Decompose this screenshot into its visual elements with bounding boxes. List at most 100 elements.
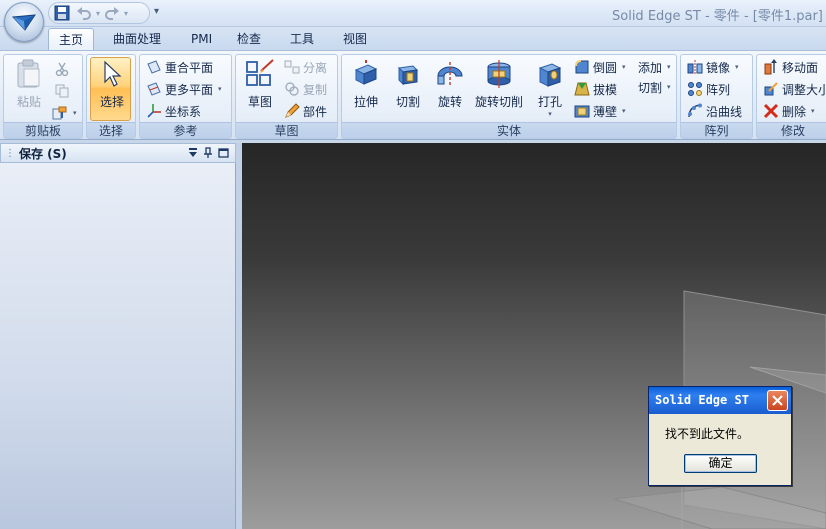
thin-wall-dropdown-arrow[interactable]: ▾ bbox=[622, 107, 626, 115]
round-label: 倒圆 bbox=[593, 60, 618, 75]
extrude-label: 拉伸 bbox=[353, 95, 378, 109]
cut-button[interactable]: 切割 bbox=[390, 59, 426, 110]
format-painter-button[interactable]: ▾ bbox=[52, 103, 77, 123]
group-sketch: 草图 分离 复制 部件 草图 bbox=[235, 54, 338, 139]
window-title: Solid Edge ST - 零件 - [零件1.par] bbox=[612, 9, 823, 24]
tab-inspect[interactable]: 检查 bbox=[227, 28, 271, 51]
delete-dropdown-arrow[interactable]: ▾ bbox=[811, 107, 815, 115]
select-button[interactable]: 选择 bbox=[93, 59, 131, 110]
separate-button[interactable]: 分离 bbox=[284, 57, 327, 77]
tab-home[interactable]: 主页 bbox=[48, 28, 95, 51]
redo-icon bbox=[105, 7, 120, 20]
group-label-pattern: 阵列 bbox=[681, 122, 752, 138]
draft-icon bbox=[574, 82, 590, 96]
round-button[interactable]: 倒圆 ▾ bbox=[574, 57, 626, 77]
thin-wall-label: 薄壁 bbox=[593, 104, 618, 119]
delete-button[interactable]: 删除 ▾ bbox=[763, 101, 815, 121]
tab-surfacing[interactable]: 曲面处理 bbox=[103, 28, 171, 51]
coordinate-system-label: 坐标系 bbox=[165, 104, 202, 119]
pattern-label: 阵列 bbox=[706, 82, 731, 97]
draft-label: 拔模 bbox=[593, 82, 618, 97]
format-painter-icon bbox=[52, 106, 67, 120]
more-planes-button[interactable]: 更多平面 ▾ bbox=[146, 79, 222, 99]
thin-wall-button[interactable]: 薄壁 ▾ bbox=[574, 101, 626, 121]
group-clipboard: 粘贴 ▾ 剪贴板 bbox=[3, 54, 83, 139]
resize-label: 调整大小 bbox=[782, 82, 826, 97]
save-button[interactable] bbox=[52, 4, 72, 22]
mirror-label: 镜像 bbox=[706, 60, 731, 75]
dialog-ok-button[interactable]: 确定 bbox=[684, 454, 757, 473]
part-button[interactable]: 部件 bbox=[284, 101, 327, 121]
resize-button[interactable]: 调整大小 bbox=[763, 79, 826, 99]
mirror-dropdown-arrow[interactable]: ▾ bbox=[735, 63, 739, 71]
thin-wall-icon bbox=[574, 105, 590, 118]
tab-pmi[interactable]: PMI bbox=[181, 28, 222, 51]
hole-dropdown-arrow[interactable]: ▾ bbox=[548, 110, 552, 118]
customize-qat-button[interactable]: ▾ bbox=[154, 6, 159, 17]
tab-tools[interactable]: 工具 bbox=[280, 28, 324, 51]
move-face-icon bbox=[764, 59, 777, 75]
more-planes-dropdown-arrow[interactable]: ▾ bbox=[218, 85, 222, 93]
panel-dropdown-icon[interactable] bbox=[188, 147, 198, 159]
sketch-icon bbox=[246, 59, 274, 86]
revolve-cut-button[interactable]: 旋转切削 bbox=[472, 59, 526, 110]
group-pattern: 镜像 ▾ 阵列 沿曲线 阵列 bbox=[680, 54, 753, 139]
round-dropdown-arrow[interactable]: ▾ bbox=[622, 63, 626, 71]
undo-button[interactable] bbox=[74, 4, 94, 22]
redo-button[interactable] bbox=[102, 4, 122, 22]
cut-icon bbox=[397, 65, 419, 86]
format-painter-dropdown-arrow[interactable]: ▾ bbox=[73, 109, 77, 117]
move-face-button[interactable]: 移动面 bbox=[763, 57, 818, 77]
extrude-button[interactable]: 拉伸 bbox=[348, 59, 384, 110]
panel-grip-icon[interactable]: ⋮ bbox=[5, 148, 15, 159]
application-menu-button[interactable] bbox=[4, 2, 44, 42]
along-curve-icon bbox=[688, 103, 702, 118]
panel-tools bbox=[188, 147, 229, 159]
save-panel-header: ⋮ 保存 (S) bbox=[0, 143, 236, 163]
coincident-plane-button[interactable]: 重合平面 bbox=[146, 57, 213, 77]
along-curve-button[interactable]: 沿曲线 bbox=[687, 101, 742, 121]
cut-label: 切割 bbox=[395, 95, 420, 109]
part-label: 部件 bbox=[303, 104, 328, 119]
add-button[interactable]: 添加 ▾ bbox=[638, 57, 671, 77]
sketch-button[interactable]: 草图 bbox=[242, 59, 278, 110]
paste-button[interactable]: 粘贴 bbox=[12, 59, 46, 110]
extrude-icon bbox=[354, 60, 378, 85]
scissors-icon bbox=[55, 62, 69, 76]
copy-sketch-icon bbox=[285, 82, 299, 96]
revolve-button[interactable]: 旋转 bbox=[432, 59, 468, 110]
panel-maximize-icon[interactable] bbox=[218, 147, 229, 159]
mirror-button[interactable]: 镜像 ▾ bbox=[687, 57, 739, 77]
delete-label: 删除 bbox=[782, 104, 807, 119]
group-label-sketch: 草图 bbox=[236, 122, 337, 138]
resize-icon bbox=[764, 82, 778, 96]
panel-pin-icon[interactable] bbox=[203, 147, 213, 159]
dialog-title-bar: Solid Edge ST bbox=[649, 387, 791, 414]
paste-label: 粘贴 bbox=[16, 95, 41, 109]
save-icon bbox=[54, 5, 70, 21]
dialog-close-button[interactable] bbox=[767, 390, 788, 411]
paste-icon bbox=[17, 59, 40, 88]
tab-view[interactable]: 视图 bbox=[333, 28, 377, 51]
copy-icon bbox=[55, 84, 69, 98]
coordinate-system-button[interactable]: 坐标系 bbox=[146, 101, 201, 121]
cut-menu-button[interactable]: 切割 ▾ bbox=[638, 77, 671, 97]
cut-menu-dropdown-arrow[interactable]: ▾ bbox=[667, 83, 671, 91]
along-curve-label: 沿曲线 bbox=[706, 104, 743, 119]
move-face-label: 移动面 bbox=[782, 60, 819, 75]
coincident-plane-label: 重合平面 bbox=[165, 60, 214, 75]
hole-button[interactable]: 打孔 ▾ bbox=[532, 59, 568, 118]
separate-icon bbox=[284, 60, 300, 74]
undo-dropdown-arrow[interactable]: ▾ bbox=[96, 9, 100, 18]
copy-clipboard-button[interactable] bbox=[54, 81, 70, 101]
redo-dropdown-arrow[interactable]: ▾ bbox=[124, 9, 128, 18]
group-label-modify: 修改 bbox=[757, 122, 826, 138]
add-dropdown-arrow[interactable]: ▾ bbox=[667, 63, 671, 71]
planes-icon bbox=[147, 82, 161, 96]
draft-button[interactable]: 拔模 bbox=[574, 79, 617, 99]
separate-label: 分离 bbox=[303, 60, 328, 75]
pattern-button[interactable]: 阵列 bbox=[687, 79, 730, 99]
cut-clipboard-button[interactable] bbox=[54, 59, 70, 79]
copy-sketch-button[interactable]: 复制 bbox=[284, 79, 327, 99]
revolve-icon bbox=[437, 62, 463, 87]
